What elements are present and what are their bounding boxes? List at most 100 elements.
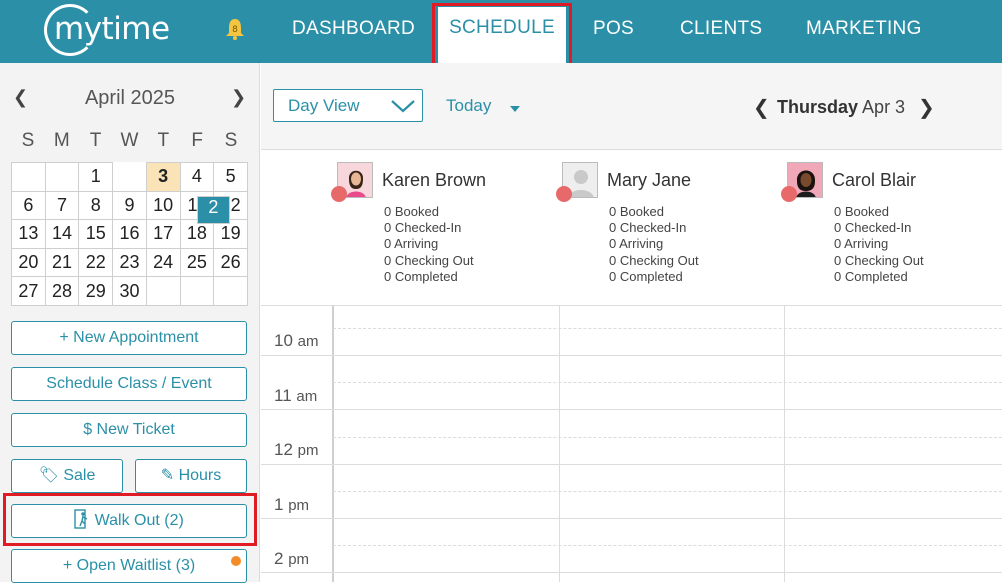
calendar-day[interactable]: 9	[112, 190, 147, 221]
open-waitlist-button[interactable]: + Open Waitlist (3)	[11, 549, 247, 583]
staff-stats: 0 Booked 0 Checked-In 0 Arriving 0 Checking…	[384, 204, 474, 284]
grid-line	[333, 545, 1002, 546]
staff-stats: 0 Booked 0 Checked-In 0 Arriving 0 Checking…	[609, 204, 699, 284]
calendar-day[interactable]: 25	[179, 247, 215, 278]
hours-button[interactable]: ✎ Hours	[135, 459, 247, 493]
staff-name: Carol Blair	[832, 170, 917, 190]
calendar-day[interactable]: 27	[11, 276, 46, 306]
current-date-label: Thursday Apr 3	[777, 97, 906, 117]
calendar-empty-cell	[11, 162, 46, 192]
calendar-day[interactable]: 30	[112, 276, 147, 306]
new-ticket-button[interactable]: $ New Ticket	[11, 413, 247, 447]
calendar-day[interactable]: 21	[44, 247, 80, 278]
calendar-next-month-icon[interactable]: ❯	[231, 87, 246, 108]
status-dot	[556, 186, 572, 202]
nav-dashboard[interactable]: DASHBOARD	[292, 18, 415, 40]
nav-clients[interactable]: CLIENTS	[680, 18, 762, 40]
time-label: 1 pm	[274, 495, 310, 514]
mytime-logo[interactable]: mytime	[44, 4, 174, 56]
weekday-label: T	[89, 130, 102, 151]
calendar-day[interactable]: 22	[78, 247, 114, 278]
view-select[interactable]: Day View	[273, 89, 423, 122]
prev-day-icon[interactable]: ❮	[753, 95, 770, 120]
waitlist-notification-dot	[231, 556, 241, 566]
grid-line	[333, 491, 1002, 492]
grid-line	[261, 409, 1002, 410]
calendar-day[interactable]: 6	[11, 190, 46, 221]
grid-line	[261, 572, 1002, 573]
calendar-week-row: 1 2345	[11, 162, 248, 225]
calendar-day[interactable]: 29	[78, 276, 114, 306]
grid-line	[333, 382, 1002, 383]
calendar-month-title: April 2025	[84, 87, 176, 109]
tag-icon: 🏷︎	[38, 467, 59, 484]
today-button[interactable]: Today	[446, 96, 491, 116]
calendar-week-row: 20 21 22 23 24 25 26	[11, 247, 248, 278]
calendar-empty-cell	[145, 276, 181, 306]
nav-marketing[interactable]: MARKETING	[806, 18, 922, 40]
calendar-day[interactable]: 15	[78, 219, 114, 249]
calendar-empty-cell	[213, 276, 248, 306]
calendar-day[interactable]: 10	[145, 190, 181, 221]
calendar-day[interactable]: 8	[78, 190, 114, 221]
new-appointment-button[interactable]: + New Appointment	[11, 321, 247, 355]
calendar-day[interactable]: 16	[112, 219, 147, 249]
sale-button[interactable]: 🏷︎ Sale	[11, 459, 123, 493]
schedule-main: Day View Today ❮ Thursday Apr 3 ❯ Karen …	[261, 63, 1002, 582]
calendar-empty-cell	[44, 162, 80, 192]
status-dot	[331, 186, 347, 202]
schedule-class-event-button[interactable]: Schedule Class / Event	[11, 367, 247, 401]
calendar-day[interactable]: 28	[44, 276, 80, 306]
chevron-down-icon	[391, 100, 415, 113]
schedule-toolbar: Day View Today ❮ Thursday Apr 3 ❯	[261, 63, 1002, 150]
calendar-weekday-header: S M T W T F S	[11, 130, 248, 152]
highlight-box-schedule	[432, 3, 572, 66]
mini-calendar: 1234567891011121314151617181920212223242…	[11, 162, 248, 306]
view-select-value: Day View	[288, 96, 360, 115]
calendar-day[interactable]: 7	[44, 190, 80, 221]
highlight-box-walk-out	[3, 493, 257, 546]
weekday-label: S	[224, 130, 238, 151]
calendar-day[interactable]: 5	[213, 162, 248, 192]
calendar-day[interactable]: 17	[145, 219, 181, 249]
nav-pos[interactable]: POS	[593, 18, 634, 40]
staff-column-divider	[784, 306, 785, 582]
next-day-icon[interactable]: ❯	[918, 95, 935, 120]
calendar-day[interactable]: 3	[145, 162, 181, 192]
calendar-day[interactable]: 14	[44, 219, 80, 249]
calendar-week-row: 27 28 29 30	[11, 276, 248, 306]
staff-stats: 0 Booked 0 Checked-In 0 Arriving 0 Checking…	[834, 204, 924, 284]
calendar-empty-cell	[179, 276, 215, 306]
calendar-day[interactable]: 1	[78, 162, 114, 192]
grid-line	[261, 464, 1002, 465]
grid-line	[333, 437, 1002, 438]
weekday-label: M	[53, 130, 70, 151]
time-column-divider	[332, 306, 334, 582]
calendar-day[interactable]: 26	[213, 247, 248, 278]
grid-line	[333, 328, 1002, 329]
time-label: 12 pm	[274, 440, 319, 459]
schedule-grid[interactable]: 10 am 11 am 12 pm 1 pm 2 pm	[261, 306, 1002, 582]
time-label: 10 am	[274, 331, 319, 350]
grid-line	[261, 518, 1002, 519]
staff-name: Karen Brown	[382, 170, 487, 190]
grid-line	[261, 355, 1002, 356]
today-caret-icon[interactable]	[509, 105, 521, 113]
calendar-day[interactable]: 20	[11, 247, 46, 278]
calendar-day[interactable]: 4	[179, 162, 215, 192]
time-label: 11 am	[274, 386, 318, 405]
svg-text:8: 8	[232, 25, 238, 35]
weekday-label: F	[191, 130, 203, 151]
calendar-day[interactable]: 2	[196, 195, 231, 225]
calendar-day[interactable]: 23	[112, 247, 147, 278]
calendar-day[interactable]: 13	[11, 219, 46, 249]
pencil-icon: ✎	[160, 467, 175, 484]
weekday-label: S	[21, 130, 35, 151]
staff-column-divider	[559, 306, 560, 582]
calendar-day[interactable]: 24	[145, 247, 181, 278]
weekday-label: W	[120, 130, 139, 151]
notification-bell-icon[interactable]: 8	[223, 17, 247, 41]
time-label: 2 pm	[274, 549, 310, 568]
status-dot	[781, 186, 797, 202]
weekday-label: T	[157, 130, 170, 151]
